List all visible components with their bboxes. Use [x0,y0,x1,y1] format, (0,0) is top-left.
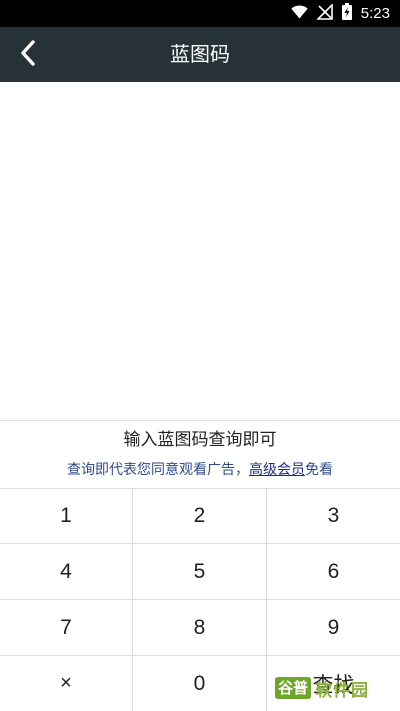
page-title: 蓝图码 [170,42,230,66]
watermark-logo: 谷普 [275,677,312,699]
ad-notice-prefix: 查询即代表您同意观看广告， [67,462,249,478]
key-7[interactable]: 7 [0,600,133,656]
status-time: 5:23 [360,5,390,22]
key-2[interactable]: 2 [133,489,267,544]
battery-charging-icon [341,3,352,24]
key-4[interactable]: 4 [0,544,133,600]
watermark-text: 软件园 [315,680,370,701]
key-1[interactable]: 1 [0,489,133,544]
app-bar: 蓝图码 [0,27,400,82]
key-6[interactable]: 6 [267,544,400,600]
key-5[interactable]: 5 [133,544,267,600]
key-0[interactable]: 0 [133,656,267,711]
input-hint-text: 输入蓝图码查询即可 [123,430,277,450]
key-9[interactable]: 9 [267,600,400,656]
status-bar: 5:23 [0,0,400,27]
watermark: 谷普 软件园 [275,670,393,706]
wifi-icon [291,4,308,23]
key-3[interactable]: 3 [267,489,400,544]
hint-area: 输入蓝图码查询即可 查询即代表您同意观看广告，高级会员免看 [0,420,400,488]
premium-member-link[interactable]: 高级会员 [249,462,305,478]
key-8[interactable]: 8 [133,600,267,656]
status-icons: 5:23 [291,0,390,27]
delete-key[interactable]: × [0,656,133,711]
signal-off-icon [315,2,333,24]
ad-notice: 查询即代表您同意观看广告，高级会员免看 [0,459,400,481]
result-area [0,82,400,420]
ad-notice-suffix: 免看 [305,462,333,478]
